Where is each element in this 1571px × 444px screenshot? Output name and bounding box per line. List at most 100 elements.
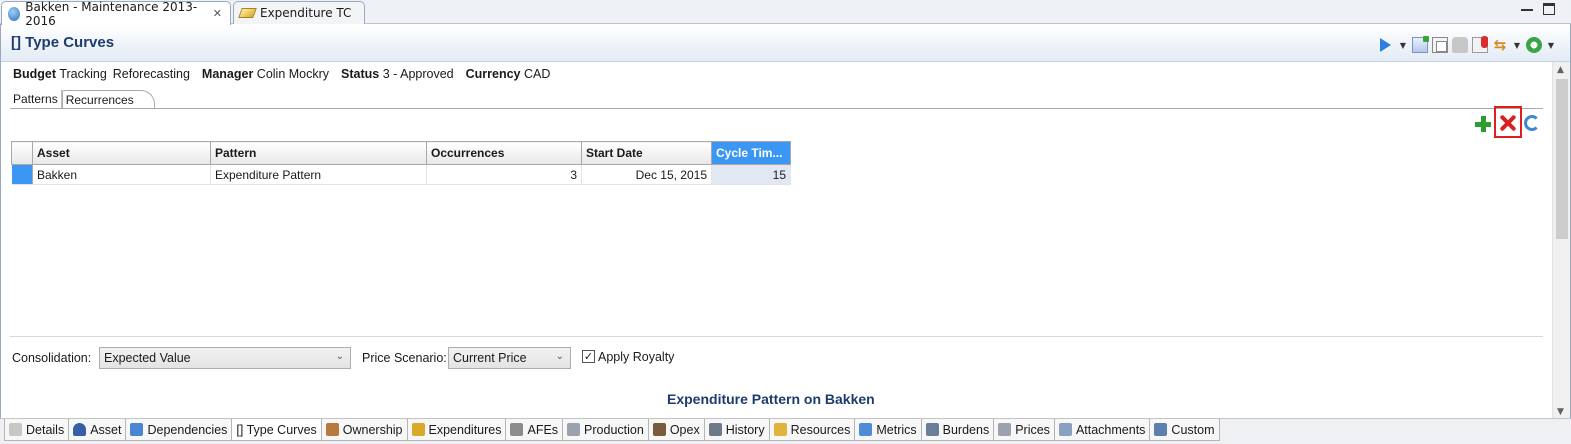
divider — [10, 336, 1543, 337]
copy-icon[interactable] — [1432, 37, 1448, 53]
tab-label: Dependencies — [147, 422, 228, 437]
tab-ownership[interactable]: Ownership — [320, 419, 408, 441]
person-icon — [73, 423, 87, 436]
divider — [10, 108, 1543, 109]
currency-value: CAD — [524, 67, 551, 81]
editor-area: [] Type Curves ▼ ⇆ ▼ ▼ Budget Tracking R… — [0, 24, 1571, 420]
table-row[interactable]: Bakken Expenditure Pattern 3 Dec 15, 201… — [11, 164, 791, 185]
price-scenario-select[interactable]: Current Price ⌄ — [448, 347, 571, 369]
table-actions — [1473, 106, 1543, 140]
tab-label: Production — [584, 422, 644, 437]
tab-label: Burdens — [942, 422, 990, 437]
tab-expenditures[interactable]: Expenditures — [406, 419, 507, 441]
consolidation-select[interactable]: Expected Value ⌄ — [99, 347, 351, 369]
delete-icon — [1500, 115, 1516, 131]
minimize-icon[interactable] — [1521, 3, 1533, 11]
tab-metrics[interactable]: Metrics — [854, 419, 922, 441]
window-controls — [1521, 3, 1555, 15]
tab-asset[interactable]: Asset — [68, 419, 127, 441]
barrel-icon — [567, 423, 581, 436]
chevron-down-icon[interactable]: ▼ — [1512, 41, 1522, 50]
tab-opex[interactable]: Opex — [647, 419, 705, 441]
tab-label: Prices — [1015, 422, 1050, 437]
tab-details[interactable]: Details — [4, 419, 70, 441]
metrics-icon — [859, 423, 873, 436]
chevron-down-icon[interactable]: ▼ — [1398, 41, 1408, 50]
bottom-tab-strip: Details Asset Dependencies [] Type Curve… — [0, 418, 1571, 444]
scroll-up-icon[interactable]: ▲ — [1557, 65, 1564, 75]
swap-icon[interactable]: ⇆ — [1492, 37, 1508, 53]
vertical-scrollbar[interactable]: ▲ ▼ — [1552, 62, 1570, 420]
details-icon — [9, 423, 22, 436]
editor-tab-bakken[interactable]: Bakken - Maintenance 2013-2016 ✕ — [1, 0, 231, 28]
consolidation-label: Consolidation: — [12, 351, 92, 365]
cell-start-date[interactable]: Dec 15, 2015 — [581, 164, 712, 185]
apply-royalty-label: Apply Royalty — [598, 350, 675, 364]
editor-tab-label: Expenditure TC — [260, 6, 352, 20]
consolidation-value: Expected Value — [104, 351, 191, 365]
budget-value-2: Reforecasting — [112, 67, 190, 81]
cell-pattern[interactable]: Expenditure Pattern — [210, 164, 427, 185]
tab-label: Details — [26, 422, 65, 437]
column-header-asset[interactable]: Asset — [32, 141, 211, 165]
row-selector[interactable] — [11, 164, 33, 185]
tab-burdens[interactable]: Burdens — [920, 419, 995, 441]
cell-asset[interactable]: Bakken — [32, 164, 211, 185]
run-icon[interactable] — [1380, 38, 1391, 52]
tab-production[interactable]: Production — [562, 419, 649, 441]
dependencies-icon — [130, 423, 144, 436]
tab-type-curves[interactable]: [] Type Curves — [231, 419, 322, 441]
tab-label: Opex — [669, 422, 700, 437]
cell-cycle-time[interactable]: 15 — [711, 164, 791, 185]
refresh-icon[interactable] — [1524, 115, 1540, 131]
editor-tab-expenditure-tc[interactable]: Expenditure TC — [233, 1, 365, 24]
manager-label: Manager — [201, 67, 254, 81]
apply-royalty-checkbox[interactable]: ✓ — [582, 350, 595, 363]
add-icon[interactable] — [1475, 116, 1491, 132]
tab-label: Asset — [90, 422, 122, 437]
tab-resources[interactable]: Resources — [768, 419, 856, 441]
tab-afes[interactable]: AFEs — [505, 419, 564, 441]
burdens-icon — [925, 423, 939, 436]
tab-attachments[interactable]: Attachments — [1053, 419, 1151, 441]
afe-icon — [510, 423, 524, 436]
column-header-occurrences[interactable]: Occurrences — [426, 141, 582, 165]
scroll-down-icon[interactable]: ▼ — [1557, 407, 1564, 417]
tab-label: AFEs — [527, 422, 559, 437]
column-header-pattern[interactable]: Pattern — [210, 141, 427, 165]
column-header-start-date[interactable]: Start Date — [581, 141, 712, 165]
tab-label: Metrics — [876, 422, 917, 437]
resources-icon — [773, 423, 787, 436]
header-bar: [] Type Curves ▼ ⇆ ▼ ▼ — [1, 24, 1570, 62]
tab-label: Ownership — [342, 422, 403, 437]
globe-icon — [8, 6, 21, 21]
delete-button[interactable] — [1494, 106, 1522, 138]
tab-recurrences[interactable]: Recurrences — [61, 90, 155, 109]
cell-occurrences[interactable]: 3 — [426, 164, 582, 185]
tab-custom[interactable]: Custom — [1149, 419, 1220, 441]
cycle-icon[interactable] — [1526, 37, 1542, 53]
handshake-icon[interactable] — [1452, 37, 1468, 53]
prices-icon — [998, 423, 1012, 436]
budget-value: Tracking — [59, 67, 107, 81]
tab-dependencies[interactable]: Dependencies — [125, 419, 233, 441]
column-header-cycle-time[interactable]: Cycle Tim... — [711, 141, 791, 165]
table-header-row: Asset Pattern Occurrences Start Date Cyc… — [11, 141, 791, 165]
payment-icon[interactable] — [1472, 36, 1488, 53]
custom-icon — [1154, 423, 1168, 436]
editor-tab-label: Bakken - Maintenance 2013-2016 — [25, 0, 198, 28]
tab-prices[interactable]: Prices — [993, 419, 1055, 441]
section-title: Expenditure Pattern on Bakken — [667, 391, 875, 407]
close-tab-icon[interactable]: ✕ — [213, 7, 222, 20]
tab-label: Resources — [790, 422, 851, 437]
chevron-down-icon[interactable]: ▼ — [1546, 41, 1556, 50]
price-scenario-label: Price Scenario: — [362, 351, 447, 365]
export-icon[interactable] — [1412, 36, 1429, 53]
coin-icon — [411, 423, 425, 436]
tab-patterns[interactable]: Patterns — [10, 90, 62, 109]
tab-history[interactable]: History — [703, 419, 770, 441]
maximize-icon[interactable] — [1543, 3, 1555, 15]
budget-info-row: Budget Tracking Reforecasting Manager Co… — [13, 67, 550, 81]
table-corner[interactable] — [11, 141, 33, 165]
scrollbar-thumb[interactable] — [1556, 79, 1568, 239]
